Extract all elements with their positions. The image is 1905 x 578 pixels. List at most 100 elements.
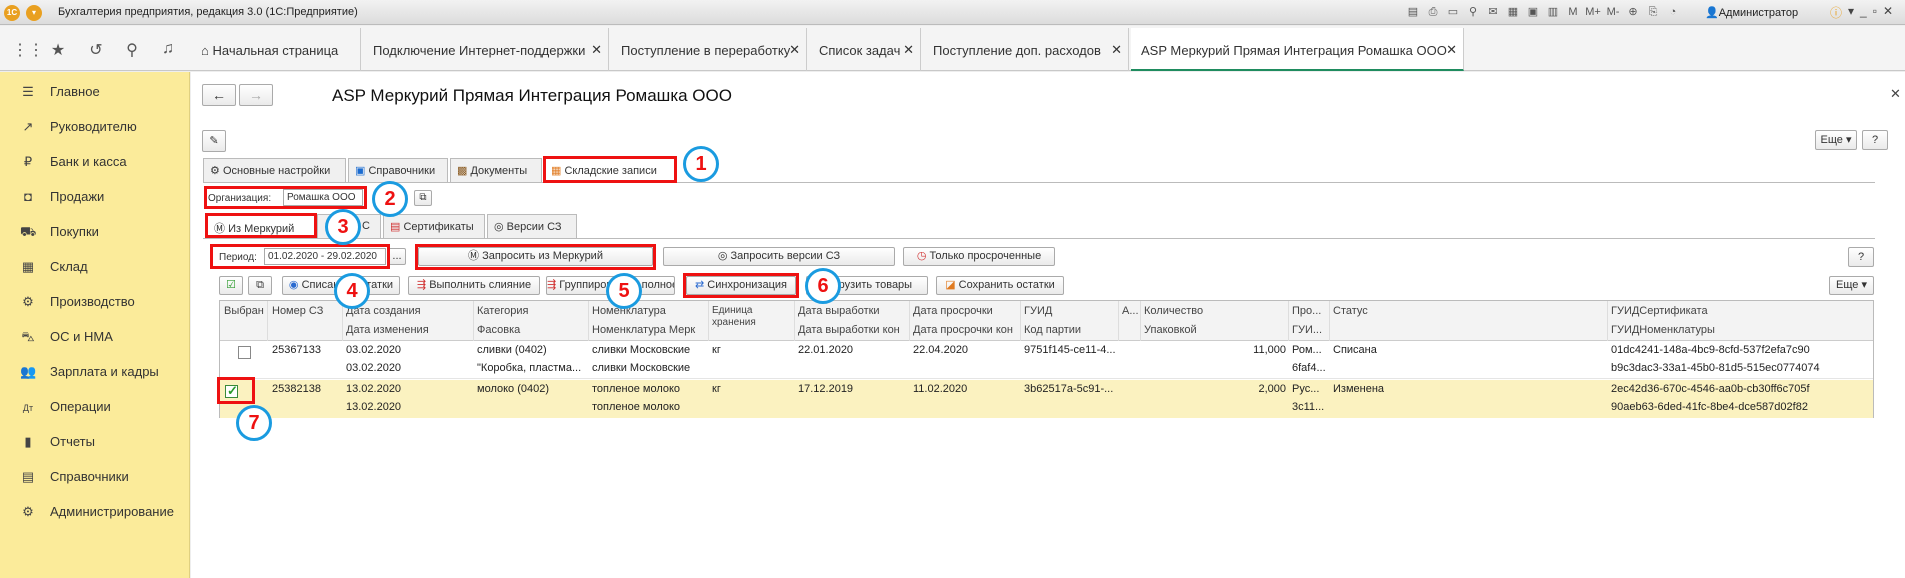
notifications-bell-icon[interactable]: ♫ bbox=[158, 40, 178, 58]
maximize-button[interactable]: ▫ bbox=[1873, 4, 1877, 21]
grid-more-button[interactable]: Еще ▾ bbox=[1829, 276, 1874, 295]
sidebar-item-purchases[interactable]: ⛟ Покупки bbox=[20, 224, 99, 242]
tools-button[interactable]: ✎ bbox=[202, 130, 226, 152]
tab-internet-support[interactable]: Подключение Интернет-поддержки ✕ bbox=[363, 28, 609, 71]
sidebar-item-reports[interactable]: ▮ Отчеты bbox=[20, 434, 95, 450]
sidebar-item-production[interactable]: ⚙ Производство bbox=[20, 294, 135, 310]
row-checkbox-checked[interactable] bbox=[225, 383, 238, 399]
check-all-button[interactable]: ☑ bbox=[219, 276, 243, 295]
col-packing[interactable]: Фасовка bbox=[477, 324, 587, 336]
tab-warehouse-records[interactable]: ▦ Складские записи bbox=[544, 158, 676, 182]
history-icon[interactable]: ⎘ bbox=[1645, 5, 1661, 20]
col-unit[interactable]: Единица хранения bbox=[712, 305, 792, 329]
request-mercury-button[interactable]: Ⓜ Запросить из Меркурий bbox=[418, 247, 653, 266]
col-pro[interactable]: Про... bbox=[1292, 305, 1328, 317]
sidebar-item-bank[interactable]: ₽ Банк и касса bbox=[20, 154, 127, 170]
col-a[interactable]: А... bbox=[1122, 305, 1139, 317]
sidebar-item-warehouse[interactable]: ▦ Склад bbox=[20, 259, 88, 275]
sidebar-item-fixed-assets[interactable]: ⛍ ОС и НМА bbox=[20, 329, 113, 347]
chevron-down-icon[interactable]: ▾ bbox=[1848, 4, 1854, 21]
info-icon[interactable]: ⓘ bbox=[1830, 4, 1842, 21]
close-window-button[interactable]: ✕ bbox=[1883, 4, 1893, 21]
back-button[interactable]: ← bbox=[202, 84, 236, 106]
mail-icon[interactable]: ✉ bbox=[1485, 5, 1501, 20]
request-versions-button[interactable]: ◎ Запросить версии СЗ bbox=[663, 247, 895, 266]
tab-asp-mercury[interactable]: ASP Меркурий Прямая Интеграция Ромашка О… bbox=[1131, 28, 1464, 71]
col-nomenclature-m[interactable]: Номенклатура Мерк bbox=[592, 324, 707, 336]
tab-processing-receipt[interactable]: Поступление в переработку ✕ bbox=[611, 28, 807, 71]
sidebar-item-payroll[interactable]: 👥 Зарплата и кадры bbox=[20, 364, 159, 380]
col-gui[interactable]: ГУИ... bbox=[1292, 324, 1328, 336]
memory-m-button[interactable]: M bbox=[1565, 5, 1581, 20]
tab-catalogs[interactable]: ▣ Справочники bbox=[348, 158, 448, 182]
tab-basic-settings[interactable]: ⚙ Основные настройки bbox=[203, 158, 346, 182]
close-icon[interactable]: ✕ bbox=[1446, 42, 1457, 58]
col-expires[interactable]: Дата просрочки bbox=[913, 305, 1019, 317]
favorites-star-icon[interactable]: ★ bbox=[48, 40, 68, 60]
col-number[interactable]: Номер СЗ bbox=[272, 305, 340, 317]
sidebar-item-main[interactable]: ☰ Главное bbox=[20, 84, 100, 100]
period-select-button[interactable]: ... bbox=[388, 248, 406, 265]
help-button-2[interactable]: ? bbox=[1848, 247, 1874, 267]
merge-button[interactable]: ⇶ Выполнить слияние bbox=[408, 276, 540, 295]
period-field[interactable]: 01.02.2020 - 29.02.2020 bbox=[264, 248, 386, 265]
tab-home[interactable]: ⌂ Начальная страница bbox=[191, 28, 361, 71]
sidebar-item-catalogs[interactable]: ▤ Справочники bbox=[20, 469, 129, 485]
row-checkbox[interactable] bbox=[238, 346, 251, 359]
col-selected[interactable]: Выбран bbox=[224, 305, 266, 317]
close-icon[interactable]: ✕ bbox=[1111, 42, 1122, 58]
tab-extra-expenses[interactable]: Поступление доп. расходов ✕ bbox=[923, 28, 1129, 71]
save-balances-button[interactable]: ◪ Сохранить остатки bbox=[936, 276, 1064, 295]
close-icon[interactable]: ✕ bbox=[591, 42, 602, 58]
col-guid[interactable]: ГУИД bbox=[1024, 305, 1116, 317]
col-nom-guid[interactable]: ГУИДНоменклатуры bbox=[1611, 324, 1871, 336]
apps-grid-icon[interactable]: ⋮⋮ bbox=[12, 40, 44, 60]
col-status[interactable]: Статус bbox=[1333, 305, 1605, 317]
history-clock-icon[interactable]: ↺ bbox=[86, 40, 106, 60]
sync-button[interactable]: ⇄ Синхронизация bbox=[686, 276, 796, 295]
table-icon[interactable]: ▦ bbox=[1505, 5, 1521, 20]
tab-certificates[interactable]: ▤ Сертификаты bbox=[383, 214, 485, 238]
calendar-icon[interactable]: ▣ bbox=[1525, 5, 1541, 20]
col-batch-code[interactable]: Код партии bbox=[1024, 324, 1116, 336]
only-expired-button[interactable]: ◷ Только просроченные bbox=[903, 247, 1055, 266]
minimize-button[interactable]: _ bbox=[1860, 4, 1867, 21]
col-package[interactable]: Упаковкой bbox=[1144, 324, 1286, 336]
col-changed[interactable]: Дата изменения bbox=[346, 324, 471, 336]
search-icon[interactable]: ⚲ bbox=[122, 40, 142, 60]
user-menu[interactable]: 👤Администратор bbox=[1705, 6, 1798, 19]
help-button[interactable]: ? bbox=[1862, 130, 1888, 150]
preview-icon[interactable]: ▭ bbox=[1445, 5, 1461, 20]
calculator-icon[interactable]: ▥ bbox=[1545, 5, 1561, 20]
open-org-button[interactable]: ⧉ bbox=[414, 190, 432, 206]
col-produced[interactable]: Дата выработки bbox=[798, 305, 908, 317]
save-icon[interactable]: ▤ bbox=[1405, 5, 1421, 20]
copy-button[interactable]: ⧉ bbox=[248, 276, 272, 295]
tab-sz-versions[interactable]: ◎ Версии СЗ bbox=[487, 214, 577, 238]
sidebar-item-sales[interactable]: ◘ Продажи bbox=[20, 189, 104, 204]
memory-plus-button[interactable]: M+ bbox=[1585, 5, 1601, 20]
org-field[interactable]: Ромашка ООО bbox=[283, 189, 363, 206]
sidebar-item-manager[interactable]: ↗ Руководителю bbox=[20, 119, 137, 135]
col-cert-guid[interactable]: ГУИДСертификата bbox=[1611, 305, 1871, 317]
sidebar-item-administration[interactable]: ⚙ Администрирование bbox=[20, 504, 174, 520]
main-menu-button[interactable]: ▾ bbox=[26, 5, 42, 21]
col-nomenclature[interactable]: Номенклатура bbox=[592, 305, 707, 317]
zoom-icon[interactable]: ⊕ bbox=[1625, 5, 1641, 20]
col-quantity[interactable]: Количество bbox=[1144, 305, 1286, 317]
col-category[interactable]: Категория bbox=[477, 305, 587, 317]
close-icon[interactable]: ✕ bbox=[789, 42, 800, 58]
more-button[interactable]: Еще ▾ bbox=[1815, 130, 1857, 150]
close-icon[interactable]: ✕ bbox=[903, 42, 914, 58]
bell-icon[interactable]: ◔ bbox=[1665, 5, 1681, 20]
memory-minus-button[interactable]: M- bbox=[1605, 5, 1621, 20]
col-produced-end[interactable]: Дата выработки кон bbox=[798, 324, 908, 336]
tab-task-list[interactable]: Список задач ✕ bbox=[809, 28, 921, 71]
sidebar-item-operations[interactable]: Дт Операции bbox=[20, 399, 111, 414]
col-created[interactable]: Дата создания bbox=[346, 305, 471, 317]
print-icon[interactable]: ⎙ bbox=[1425, 5, 1441, 20]
col-expires-end[interactable]: Дата просрочки кон bbox=[913, 324, 1019, 336]
tab-from-mercury[interactable]: Ⓜ Из Меркурий bbox=[207, 214, 315, 238]
forward-button[interactable]: → bbox=[239, 84, 273, 106]
tab-documents[interactable]: ▩ Документы bbox=[450, 158, 542, 182]
